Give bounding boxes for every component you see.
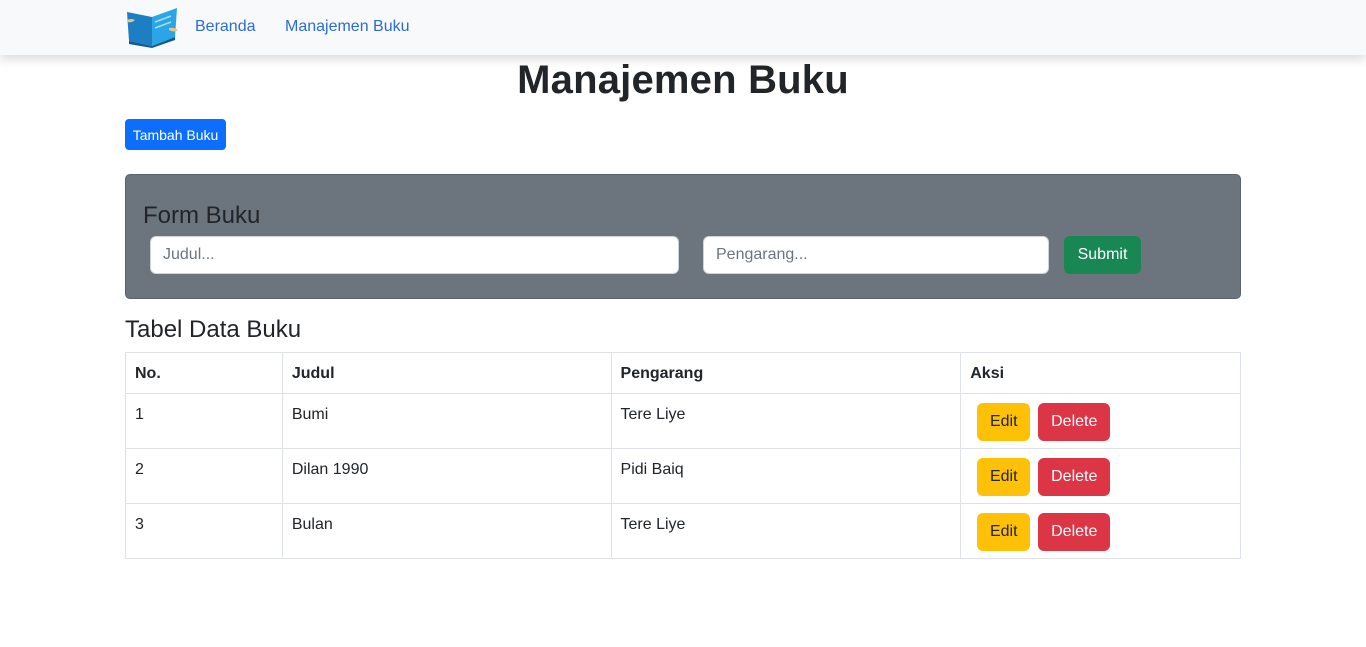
table-title: Tabel Data Buku — [125, 316, 302, 343]
table-header-row: No. Judul Pengarang Aksi — [125, 352, 1241, 394]
header-aksi: Aksi — [960, 352, 1241, 394]
page-title: Manajemen Buku — [517, 58, 849, 102]
cell-no: 1 — [125, 393, 283, 449]
delete-button[interactable]: Delete — [1038, 458, 1111, 496]
cell-no: 3 — [125, 503, 283, 559]
cell-no: 2 — [125, 448, 283, 504]
book-logo-icon[interactable] — [125, 6, 179, 48]
cell-pengarang: Pidi Baiq — [610, 448, 962, 504]
header-judul: Judul — [281, 352, 612, 394]
nav-link-beranda[interactable]: Beranda — [195, 18, 256, 36]
delete-button[interactable]: Delete — [1038, 403, 1111, 441]
table-row: 3 Bulan Tere Liye Edit Delete — [125, 503, 1241, 559]
navbar: Beranda Manajemen Buku — [0, 0, 1366, 55]
submit-button[interactable]: Submit — [1064, 236, 1141, 274]
header-pengarang: Pengarang — [610, 352, 962, 394]
cell-judul: Bulan — [281, 503, 612, 559]
cell-pengarang: Tere Liye — [610, 393, 962, 449]
form-title: Form Buku — [143, 202, 261, 229]
edit-button[interactable]: Edit — [977, 513, 1031, 551]
cell-judul: Bumi — [281, 393, 612, 449]
book-table: No. Judul Pengarang Aksi 1 Bumi Tere Liy… — [125, 352, 1241, 559]
nav-link-manajemen-buku[interactable]: Manajemen Buku — [285, 18, 410, 36]
table-row: 2 Dilan 1990 Pidi Baiq Edit Delete — [125, 448, 1241, 504]
delete-button[interactable]: Delete — [1038, 513, 1111, 551]
cell-actions: Edit Delete — [960, 393, 1241, 449]
pengarang-input[interactable] — [703, 236, 1049, 274]
book-form-card: Form Buku Submit — [125, 174, 1241, 299]
edit-button[interactable]: Edit — [977, 458, 1031, 496]
table-row: 1 Bumi Tere Liye Edit Delete — [125, 393, 1241, 449]
cell-pengarang: Tere Liye — [610, 503, 962, 559]
cell-actions: Edit Delete — [960, 503, 1241, 559]
add-book-button[interactable]: Tambah Buku — [125, 119, 226, 150]
cell-actions: Edit Delete — [960, 448, 1241, 504]
edit-button[interactable]: Edit — [977, 403, 1031, 441]
cell-judul: Dilan 1990 — [281, 448, 612, 504]
judul-input[interactable] — [150, 236, 679, 274]
header-no: No. — [125, 352, 283, 394]
